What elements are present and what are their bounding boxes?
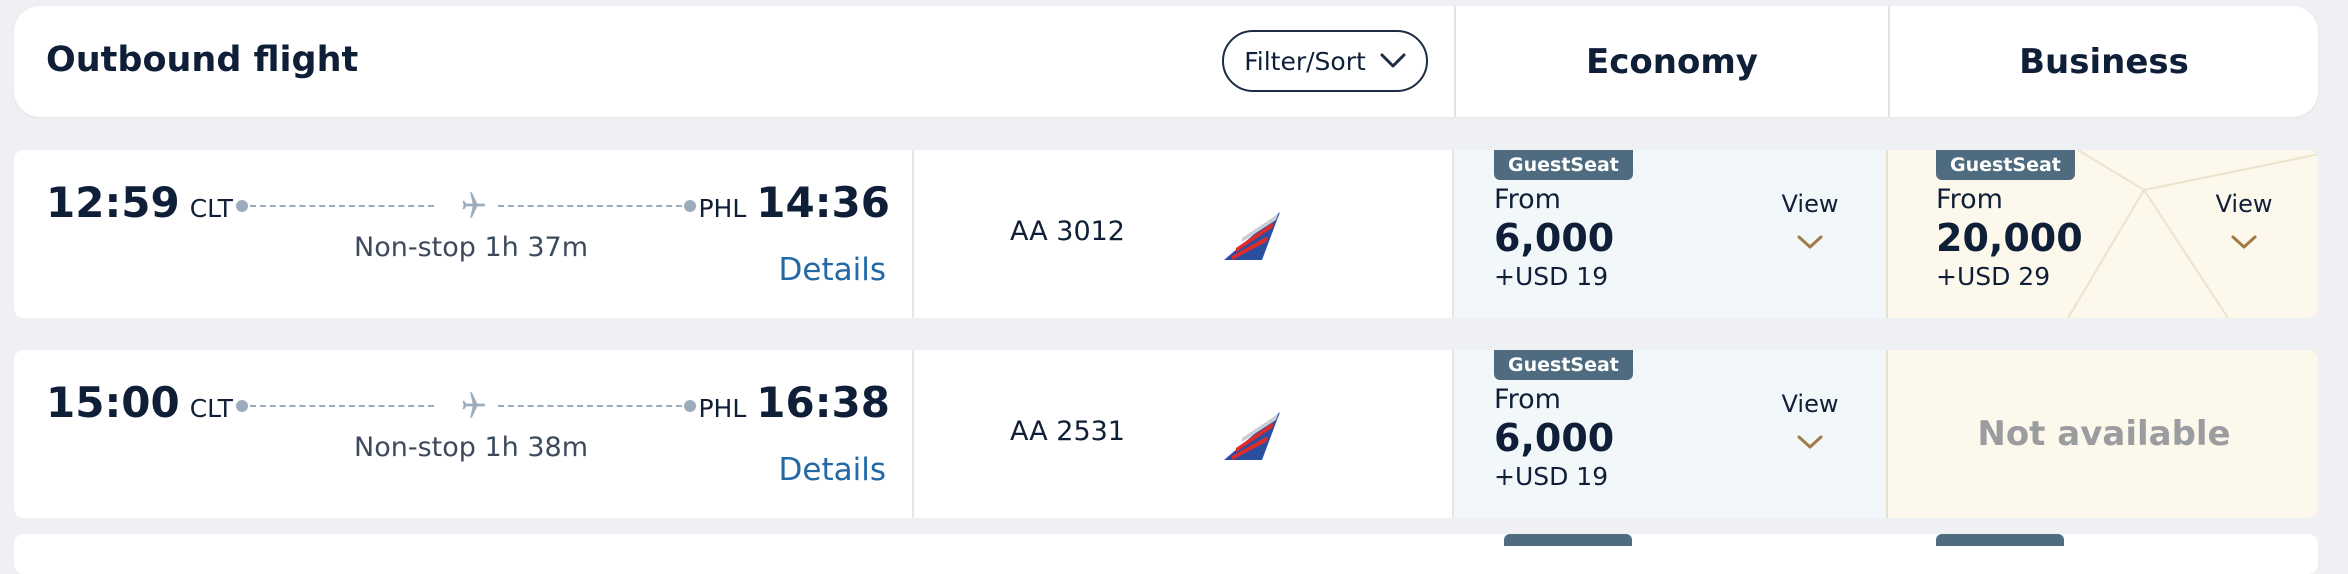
arrival-time-value: 16:38	[756, 378, 890, 427]
guestseat-badge	[1936, 534, 2064, 546]
flight-number: AA 3012	[1010, 216, 1125, 247]
american-airlines-tail-logo	[1224, 412, 1280, 460]
view-fare-button[interactable]: View	[1770, 190, 1850, 250]
plane-icon	[462, 192, 486, 218]
business-fare-cell[interactable]: GuestSeat From 20,000 +USD 29 View	[1886, 150, 2318, 318]
not-available-label: Not available	[1977, 414, 2231, 454]
route-end-dot	[684, 400, 696, 412]
guestseat-badge: GuestSeat	[1936, 150, 2075, 180]
guestseat-badge: GuestSeat	[1494, 350, 1633, 380]
route-end-dot	[684, 200, 696, 212]
arrival-time: PHL 16:38	[698, 378, 890, 427]
flight-row: 12:59 CLT Non-stop 1h 37m PHL 14:36 Deta…	[14, 150, 2318, 318]
view-fare-button[interactable]: View	[1770, 390, 1850, 450]
flight-row: 15:00 CLT Non-stop 1h 38m PHL 16:38 Deta…	[14, 350, 2318, 518]
route-start-dot	[236, 400, 248, 412]
chevron-down-icon	[1797, 435, 1823, 449]
arrival-time: PHL 14:36	[698, 178, 890, 227]
view-fare-button[interactable]: View	[2204, 190, 2284, 250]
departure-time: 15:00 CLT	[46, 378, 233, 427]
fare-from-label: From	[1494, 184, 1561, 215]
fare-points: 6,000	[1494, 416, 1615, 460]
chevron-down-icon	[2231, 235, 2257, 249]
fare-from-label: From	[1494, 384, 1561, 415]
chevron-down-icon	[1797, 235, 1823, 249]
arrival-time-value: 14:36	[756, 178, 890, 227]
plane-icon	[462, 392, 486, 418]
fare-fee: +USD 19	[1494, 462, 1609, 491]
economy-fare-cell[interactable]: GuestSeat From 6,000 +USD 19 View	[1452, 150, 1886, 318]
view-label: View	[1781, 190, 1839, 218]
guestseat-badge	[1504, 534, 1632, 546]
filter-sort-label: Filter/Sort	[1244, 46, 1366, 76]
fare-points: 20,000	[1936, 216, 2083, 260]
arrival-airport-code: PHL	[698, 194, 747, 223]
departure-time: 12:59 CLT	[46, 178, 233, 227]
filter-sort-button[interactable]: Filter/Sort	[1222, 30, 1428, 92]
departure-time-value: 15:00	[46, 378, 180, 427]
fare-from-label: From	[1936, 184, 2003, 215]
fare-fee: +USD 29	[1936, 262, 2051, 291]
row-divider	[912, 350, 914, 518]
route-dash	[498, 405, 682, 407]
flight-duration: Non-stop 1h 38m	[354, 432, 588, 463]
results-header: Outbound flight Filter/Sort Economy Busi…	[14, 6, 2318, 117]
details-link[interactable]: Details	[779, 252, 886, 288]
american-airlines-tail-logo	[1224, 212, 1280, 260]
departure-airport-code: CLT	[189, 194, 233, 223]
fare-points: 6,000	[1494, 216, 1615, 260]
fare-fee: +USD 19	[1494, 262, 1609, 291]
route-line	[236, 392, 706, 418]
view-label: View	[1781, 390, 1839, 418]
view-label: View	[2215, 190, 2273, 218]
page-title: Outbound flight	[46, 40, 359, 80]
chevron-down-icon	[1380, 53, 1406, 68]
departure-time-value: 12:59	[46, 178, 180, 227]
flight-duration: Non-stop 1h 37m	[354, 232, 588, 263]
row-divider	[912, 150, 914, 318]
flight-number: AA 2531	[1010, 416, 1125, 447]
arrival-airport-code: PHL	[698, 394, 747, 423]
business-column-header: Business	[2019, 41, 2189, 82]
economy-column-header: Economy	[1586, 41, 1758, 82]
details-link[interactable]: Details	[779, 452, 886, 488]
route-dash	[250, 205, 434, 207]
flight-row-partial	[14, 534, 2318, 574]
business-fare-cell: Not available	[1886, 350, 2318, 518]
route-dash	[250, 405, 434, 407]
route-line	[236, 192, 706, 218]
departure-airport-code: CLT	[189, 394, 233, 423]
economy-fare-cell[interactable]: GuestSeat From 6,000 +USD 19 View	[1452, 350, 1886, 518]
route-dash	[498, 205, 682, 207]
guestseat-badge: GuestSeat	[1494, 150, 1633, 180]
route-start-dot	[236, 200, 248, 212]
